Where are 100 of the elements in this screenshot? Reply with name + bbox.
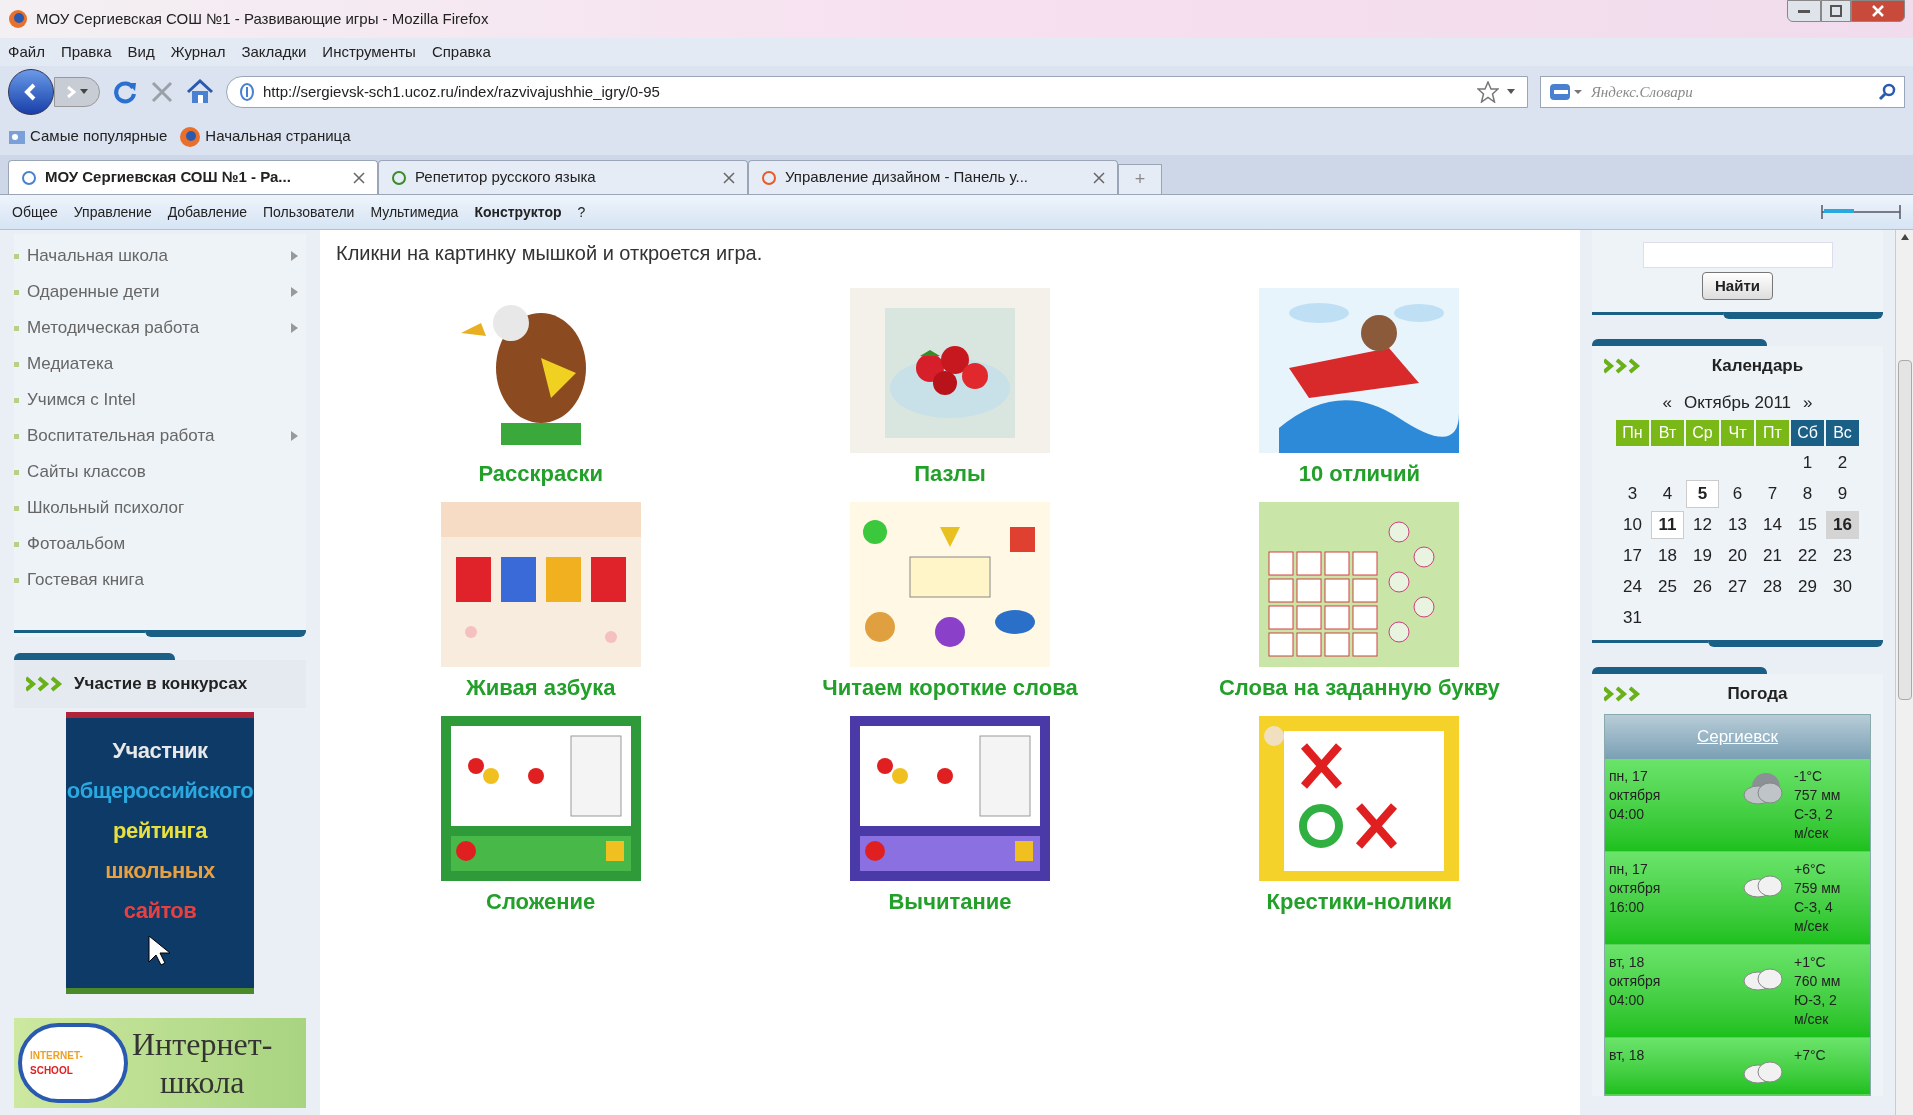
address-bar[interactable]: http://sergievsk-sch1.ucoz.ru/index/razvivajushhie_igry/0-95 (226, 76, 1528, 108)
calendar-day[interactable]: 11 (1651, 510, 1684, 539)
sidebar-item[interactable]: Методическая работа (14, 310, 298, 346)
close-tab-icon[interactable] (1093, 171, 1105, 184)
sidebar-item[interactable]: Одаренные дети (14, 274, 298, 310)
sidebar-item[interactable]: Начальная школа (14, 238, 298, 274)
calendar-day[interactable]: 7 (1756, 479, 1789, 508)
site-icon (761, 168, 777, 187)
calendar-day[interactable]: 25 (1651, 572, 1684, 601)
calendar-day[interactable]: 6 (1721, 479, 1754, 508)
site-icon (21, 168, 37, 187)
reload-icon[interactable] (112, 79, 138, 105)
close-tab-icon[interactable] (723, 171, 735, 184)
menu-item[interactable]: Справка (431, 40, 491, 64)
next-month-link[interactable]: » (1803, 390, 1813, 416)
panel-link[interactable]: Управление (73, 201, 152, 223)
sidebar-item[interactable]: Школьный психолог (14, 490, 298, 526)
calendar-day[interactable]: 26 (1686, 572, 1719, 601)
prev-month-link[interactable]: « (1662, 390, 1672, 416)
menu-item[interactable]: Инструменты (322, 40, 416, 64)
calendar-day[interactable]: 1 (1791, 448, 1824, 477)
sidebar-item[interactable]: Учимся с Intel (14, 382, 298, 418)
cursor-icon (147, 934, 173, 966)
menu-item[interactable]: Закладки (241, 40, 307, 64)
calendar-day[interactable]: 28 (1756, 572, 1789, 601)
bullet-icon (14, 361, 19, 367)
forecast-reading: -1°C 757 мм С-З, 2 м/сек (1794, 766, 1842, 843)
scrollbar[interactable] (1895, 230, 1913, 1115)
panel-link[interactable]: Конструктор (474, 201, 562, 223)
calendar-day[interactable]: 9 (1826, 479, 1859, 508)
calendar-day[interactable]: 23 (1826, 541, 1859, 570)
sidebar-item[interactable]: Медиатека (14, 346, 298, 382)
panel-link[interactable]: ? (577, 201, 586, 223)
bookmark-link[interactable]: Самые популярные (8, 125, 168, 148)
calendar-day[interactable]: 15 (1791, 510, 1824, 539)
back-button[interactable] (8, 69, 54, 115)
sidebar-label: Начальная школа (27, 245, 169, 268)
calendar-day[interactable]: 13 (1721, 510, 1754, 539)
sidebar-label: Одаренные дети (27, 281, 161, 304)
close-button[interactable] (1851, 0, 1905, 22)
search-box[interactable]: Яндекс.Словари (1540, 76, 1905, 108)
menu-item[interactable]: Правка (60, 40, 112, 64)
calendar-day[interactable]: 29 (1791, 572, 1824, 601)
slider-icon[interactable] (1821, 204, 1901, 220)
calendar-day[interactable]: 4 (1651, 479, 1684, 508)
submenu-arrow-icon (291, 431, 298, 441)
calendar-day[interactable]: 19 (1686, 541, 1719, 570)
menu-item[interactable]: Вид (127, 40, 155, 64)
sidebar-item[interactable]: Сайты классов (14, 454, 298, 490)
close-tab-icon[interactable] (353, 171, 365, 184)
panel-link[interactable]: Добавление (167, 201, 247, 223)
calendar-day[interactable]: 10 (1616, 510, 1649, 539)
sidebar-item[interactable]: Воспитательная работа (14, 418, 298, 454)
bullet-icon (14, 577, 19, 583)
box-title: Погода (1726, 682, 1789, 705)
calendar-day[interactable]: 21 (1756, 541, 1789, 570)
panel-link[interactable]: Пользователи (263, 201, 355, 223)
calendar-day[interactable]: 8 (1791, 479, 1824, 508)
search-field[interactable]: Яндекс.Словари (1591, 80, 1870, 104)
forecast-time: вт, 18 октября 04:00 (1609, 952, 1662, 1010)
calendar-day[interactable]: 18 (1651, 541, 1684, 570)
search-engine-icon[interactable] (1549, 82, 1583, 102)
panel-link[interactable]: Мультимедиа (370, 201, 459, 223)
search-icon[interactable] (1878, 83, 1896, 101)
submenu-arrow-icon (291, 323, 298, 333)
menu-item[interactable]: Файл (8, 40, 45, 64)
calendar-day[interactable]: 31 (1616, 603, 1649, 632)
calendar-day[interactable]: 16 (1826, 510, 1859, 539)
calendar-day[interactable]: 2 (1826, 448, 1859, 477)
panel-link[interactable]: Общее (12, 201, 58, 223)
cloud-icon (1740, 770, 1786, 807)
menu-item[interactable]: Журнал (170, 40, 226, 64)
calendar-day[interactable]: 20 (1721, 541, 1754, 570)
home-icon[interactable] (186, 79, 214, 105)
dropdown-caret-icon[interactable] (1507, 89, 1515, 95)
minimize-button[interactable] (1787, 0, 1821, 22)
site-search-field[interactable] (1642, 242, 1833, 268)
browser-tab[interactable]: Репетитор русского языка (378, 160, 748, 194)
find-button[interactable]: Найти (1702, 272, 1773, 300)
calendar-day[interactable]: 14 (1756, 510, 1789, 539)
rating-banner[interactable]: Участник общероссийского рейтинга школьных сайтов (66, 712, 254, 994)
bullet-icon (14, 469, 19, 475)
sidebar-item[interactable]: Гостевая книга (14, 562, 298, 598)
school-banner[interactable]: INTERNET- SCHOOL Интернет- школа (14, 1018, 306, 1108)
calendar-day[interactable]: 22 (1791, 541, 1824, 570)
calendar-day[interactable]: 27 (1721, 572, 1754, 601)
calendar-day[interactable]: 17 (1616, 541, 1649, 570)
calendar-day[interactable]: 24 (1616, 572, 1649, 601)
calendar-day[interactable]: 30 (1826, 572, 1859, 601)
star-icon[interactable] (1477, 81, 1499, 103)
scroll-up-icon[interactable] (1900, 234, 1909, 240)
calendar-day[interactable]: 3 (1616, 479, 1649, 508)
sidebar-label: Гостевая книга (27, 569, 145, 592)
browser-tab[interactable]: МОУ Сергиевская СОШ №1 - Ра... (8, 160, 378, 194)
bookmark-link[interactable]: Начальная страница (179, 125, 351, 148)
browser-tab[interactable]: Управление дизайном - Панель у... (748, 160, 1118, 194)
calendar-day[interactable]: 12 (1686, 510, 1719, 539)
sidebar-item[interactable]: Фотоальбом (14, 526, 298, 562)
calendar-day[interactable]: 5 (1686, 479, 1719, 508)
maximize-button[interactable] (1821, 0, 1851, 22)
